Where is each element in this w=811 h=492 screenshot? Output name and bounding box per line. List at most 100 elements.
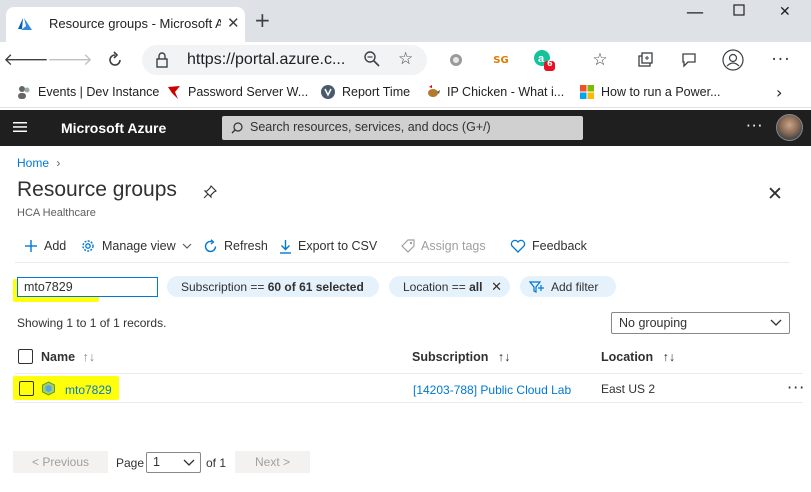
reload-icon[interactable] bbox=[103, 48, 127, 72]
window-close-icon[interactable]: ✕ bbox=[779, 4, 791, 20]
add-filter-button[interactable]: Add filter bbox=[520, 276, 616, 297]
tag-icon bbox=[401, 239, 415, 253]
profile-icon[interactable] bbox=[721, 48, 745, 72]
scrollbar[interactable] bbox=[803, 146, 811, 492]
bookmark-item[interactable]: How to run a Power... bbox=[579, 83, 721, 101]
filter-name-input[interactable]: mto7829 bbox=[17, 277, 158, 297]
url-text: https://portal.azure.c... bbox=[187, 51, 346, 68]
remove-filter-icon[interactable]: ✕ bbox=[491, 279, 502, 295]
close-blade-icon[interactable]: ✕ bbox=[767, 183, 783, 205]
export-csv-button[interactable]: Export to CSV bbox=[279, 236, 377, 256]
previous-page-button[interactable]: < Previous bbox=[13, 451, 108, 473]
next-page-button[interactable]: Next > bbox=[235, 451, 310, 473]
chevron-down-icon bbox=[770, 319, 782, 326]
feedback-button[interactable]: Feedback bbox=[510, 236, 587, 256]
browser-tab[interactable]: Resource groups - Microsoft Azure ✕ bbox=[6, 7, 245, 42]
divider bbox=[15, 262, 790, 263]
extension-gray-icon[interactable] bbox=[444, 48, 468, 72]
minimize-icon[interactable]: — bbox=[686, 2, 704, 23]
location-filter-pill[interactable]: Location == all ✕ bbox=[389, 276, 510, 297]
tab-close-icon[interactable]: ✕ bbox=[227, 14, 240, 32]
azure-brand[interactable]: Microsoft Azure bbox=[61, 120, 166, 136]
shield-v-icon bbox=[320, 84, 336, 100]
bookmarks-overflow-chevron-icon[interactable]: › bbox=[776, 83, 782, 102]
sort-icon: ↑↓ bbox=[662, 350, 676, 364]
maximize-icon[interactable] bbox=[733, 4, 745, 20]
heart-icon bbox=[510, 239, 526, 253]
extension-badge-count: 6 bbox=[547, 59, 553, 68]
row-checkbox[interactable] bbox=[19, 381, 34, 396]
resource-group-icon bbox=[42, 381, 55, 396]
user-group-icon bbox=[16, 84, 32, 100]
forward-icon[interactable]: 🡒 bbox=[47, 48, 93, 72]
assign-tags-button[interactable]: Assign tags bbox=[401, 236, 486, 256]
back-icon[interactable]: 🡐 bbox=[3, 48, 49, 72]
lock-icon bbox=[156, 52, 168, 68]
chicken-icon bbox=[425, 84, 441, 100]
gear-icon bbox=[82, 240, 94, 252]
page-select[interactable]: 1 bbox=[146, 452, 201, 473]
search-placeholder: Search resources, services, and docs (G+… bbox=[250, 120, 491, 134]
column-header-location[interactable]: Location ↑↓ bbox=[601, 350, 675, 364]
chevron-down-icon bbox=[183, 459, 195, 466]
favorite-star-icon[interactable]: ☆ bbox=[398, 49, 413, 69]
divider bbox=[15, 402, 810, 403]
add-button[interactable]: Add bbox=[24, 236, 66, 256]
global-search-input[interactable]: Search resources, services, and docs (G+… bbox=[222, 116, 583, 140]
browser-menu-icon[interactable]: ··· bbox=[769, 48, 793, 72]
select-all-checkbox[interactable] bbox=[18, 349, 33, 364]
pin-icon[interactable] bbox=[203, 185, 217, 199]
azure-top-bar: Microsoft Azure Search resources, servic… bbox=[0, 110, 811, 146]
search-icon bbox=[231, 122, 243, 134]
page-title: Resource groups bbox=[17, 178, 177, 201]
new-tab-icon[interactable]: + bbox=[254, 10, 271, 30]
portal-menu-icon[interactable]: ··· bbox=[746, 117, 763, 135]
windows-icon bbox=[579, 84, 595, 100]
browser-tab-strip: Resource groups - Microsoft Azure ✕ + — … bbox=[0, 0, 811, 42]
bookmark-item[interactable]: Report Time bbox=[320, 83, 410, 101]
breadcrumb: Home › bbox=[17, 156, 60, 170]
red-bird-icon bbox=[166, 84, 182, 100]
sg-extension-icon[interactable]: SG bbox=[489, 48, 513, 72]
favorites-list-icon[interactable]: ☆ bbox=[588, 48, 612, 72]
tab-title: Resource groups - Microsoft Azure bbox=[49, 16, 221, 31]
grouping-dropdown[interactable]: No grouping bbox=[611, 312, 790, 334]
records-count: Showing 1 to 1 of 1 records. bbox=[17, 316, 167, 330]
zoom-icon[interactable] bbox=[363, 50, 381, 72]
plus-icon bbox=[25, 240, 37, 252]
location-cell: East US 2 bbox=[601, 382, 656, 396]
hamburger-menu-icon[interactable] bbox=[13, 120, 27, 134]
azure-logo-icon bbox=[18, 18, 32, 30]
grammar-extension-icon[interactable]: a 6 bbox=[532, 48, 556, 72]
column-header-subscription[interactable]: Subscription ↑↓ bbox=[412, 350, 510, 364]
breadcrumb-home-link[interactable]: Home bbox=[17, 156, 49, 170]
divider bbox=[15, 373, 810, 374]
column-header-name[interactable]: Name ↑↓ bbox=[41, 350, 95, 364]
bookmark-item[interactable]: Password Server W... bbox=[166, 83, 308, 101]
resource-group-name-link[interactable]: mto7829 bbox=[65, 383, 112, 397]
breadcrumb-chevron-icon: › bbox=[56, 156, 61, 170]
bookmark-item[interactable]: Events | Dev Instance bbox=[16, 83, 159, 101]
manage-view-button[interactable]: Manage view bbox=[80, 236, 198, 256]
add-filter-icon bbox=[529, 280, 544, 293]
page-label: Page bbox=[116, 456, 145, 470]
browser-toolbar: 🡐 🡒 https://portal.azure.c... ☆ SG a 6 ☆… bbox=[0, 42, 811, 77]
feedback-icon[interactable] bbox=[677, 48, 701, 72]
sort-icon: ↑↓ bbox=[497, 350, 511, 364]
refresh-button[interactable]: Refresh bbox=[203, 236, 268, 256]
page-subtitle: HCA Healthcare bbox=[17, 207, 96, 219]
bookmark-item[interactable]: IP Chicken - What i... bbox=[425, 83, 564, 101]
chevron-down-icon bbox=[182, 243, 192, 249]
refresh-icon bbox=[204, 238, 217, 252]
filter-input-value: mto7829 bbox=[24, 280, 73, 294]
page-count-label: of 1 bbox=[206, 456, 227, 470]
address-bar[interactable]: https://portal.azure.c... ☆ bbox=[142, 45, 427, 75]
collections-icon[interactable] bbox=[633, 48, 657, 72]
grouping-value: No grouping bbox=[619, 316, 688, 330]
subscription-link[interactable]: [14203-788] Public Cloud Lab bbox=[413, 383, 571, 397]
avatar[interactable] bbox=[776, 114, 803, 141]
sort-icon: ↑↓ bbox=[82, 350, 96, 364]
subscription-filter-pill[interactable]: Subscription == 60 of 61 selected bbox=[167, 276, 379, 297]
svg-text:a: a bbox=[538, 53, 545, 65]
download-icon bbox=[280, 239, 291, 254]
